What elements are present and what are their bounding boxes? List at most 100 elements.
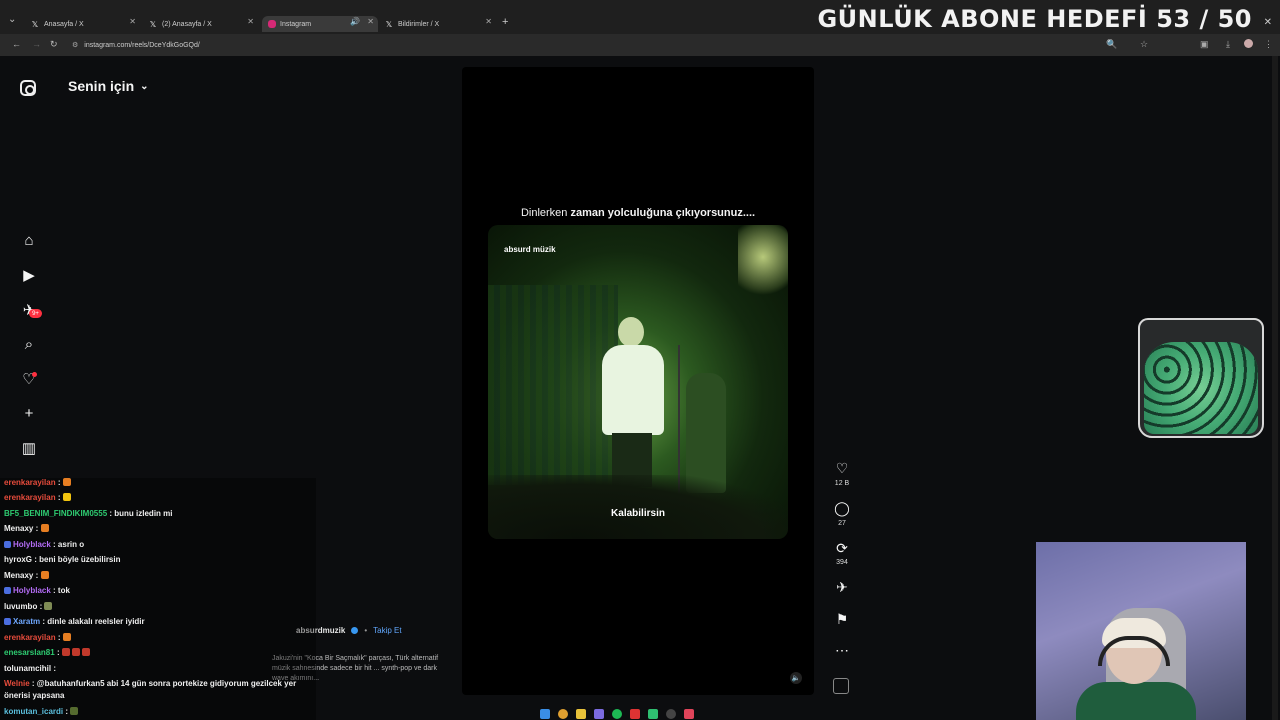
- bookmark-star-icon[interactable]: ☆: [1140, 39, 1148, 50]
- badge-icon: [4, 587, 11, 594]
- video-subtitle: Kalabilirsin: [611, 508, 665, 519]
- extensions-icon[interactable]: ▣: [1200, 39, 1209, 50]
- streamer-figure: [1076, 618, 1196, 720]
- url-text: instagram.com/reels/DceYdkGoGQd/: [84, 41, 200, 49]
- tab-instagram[interactable]: Instagram 🔊 ✕: [262, 16, 378, 32]
- like-count: 12 B: [834, 480, 850, 487]
- emote-icon: [40, 571, 49, 579]
- follow-button[interactable]: Takip Et: [373, 626, 401, 635]
- menu-icon[interactable]: ⋮: [1264, 39, 1273, 50]
- reel-caption: Dinlerken zaman yolculuğuna çıkıyorsunuz…: [462, 207, 814, 219]
- more-options-icon[interactable]: ⋯: [833, 642, 851, 659]
- zoom-icon[interactable]: 🔍: [1106, 39, 1117, 50]
- windows-start-icon[interactable]: [540, 709, 550, 719]
- discord-icon[interactable]: [594, 709, 604, 719]
- reel-player[interactable]: Dinlerken zaman yolculuğuna çıkıyorsunuz…: [462, 67, 814, 695]
- create-plus-icon[interactable]: +: [20, 404, 38, 422]
- x-icon: 𝕏: [385, 19, 393, 29]
- caption-normal: Dinlerken: [520, 207, 571, 219]
- chat-message: luvumbo :: [4, 602, 53, 611]
- file-explorer-icon[interactable]: [576, 709, 586, 719]
- emote-icon: [44, 602, 53, 610]
- notification-dot: [32, 372, 37, 377]
- tab-bildirimler-x[interactable]: 𝕏 Bildirimler / X ✕: [384, 16, 492, 32]
- badge-icon: [4, 541, 11, 548]
- chat-message: Welnie : @batuhanfurkan5 abi 14 gün sonr…: [4, 679, 297, 688]
- tab-anasayfa-x-2[interactable]: 𝕏 (2) Anasayfa / X ✕: [148, 16, 254, 32]
- app-red-icon[interactable]: [684, 709, 694, 719]
- page-scrollbar[interactable]: [1272, 56, 1278, 720]
- instagram-icon: [268, 20, 276, 28]
- stage-light: [738, 225, 788, 305]
- feed-selector[interactable]: Senin için ⌄: [68, 78, 149, 94]
- repost-icon[interactable]: ⟳: [833, 540, 851, 557]
- site-info-icon[interactable]: ⚙: [72, 41, 78, 49]
- obs-icon[interactable]: [666, 709, 676, 719]
- browser-tab-bar: ⌄ 𝕏 Anasayfa / X ✕ 𝕏 (2) Anasayfa / X ✕ …: [0, 0, 1280, 34]
- crowd-silhouette: [488, 475, 788, 539]
- chat-message: Menaxy :: [4, 524, 49, 533]
- speaker-icon[interactable]: 🔊: [350, 17, 360, 26]
- tab-label: Anasayfa / X: [44, 20, 84, 28]
- window-close-icon[interactable]: ✕: [1264, 17, 1272, 28]
- emote-icon: [82, 648, 91, 656]
- comment-icon[interactable]: ◯: [833, 500, 851, 517]
- chat-message: Menaxy :: [4, 571, 49, 580]
- close-tab-icon[interactable]: ✕: [367, 17, 374, 26]
- instagram-logo-icon[interactable]: [20, 80, 36, 96]
- like-heart-icon[interactable]: ♡: [833, 460, 851, 477]
- caption-bold: zaman yolculuğuna çıkıyorsunuz....: [570, 207, 756, 219]
- downloads-icon[interactable]: ⤓: [1226, 39, 1230, 50]
- chat-message: erenkarayilan :: [4, 478, 71, 487]
- url-field[interactable]: ⚙ instagram.com/reels/DceYdkGoGQd/: [68, 37, 1118, 53]
- chat-message: Holyblack : tok: [4, 586, 70, 595]
- tab-search-icon[interactable]: ⌄: [8, 14, 22, 28]
- search-icon[interactable]: ⌕: [20, 335, 38, 353]
- emote-icon: [62, 478, 71, 486]
- stage-curtain: [488, 285, 618, 485]
- webcam-overlay: [1036, 542, 1246, 720]
- brand-watermark: absurd müzik: [504, 245, 556, 254]
- address-bar-row: ← → ↻ ⚙ instagram.com/reels/DceYdkGoGQd/…: [0, 34, 1280, 56]
- reels-icon[interactable]: ▶: [20, 266, 38, 284]
- chat-message: erenkarayilan :: [4, 493, 71, 502]
- chat-message: erenkarayilan :: [4, 633, 71, 642]
- close-tab-icon[interactable]: ✕: [247, 17, 254, 26]
- mute-icon[interactable]: 🔈: [790, 672, 802, 684]
- emote-icon: [62, 493, 71, 501]
- home-icon[interactable]: ⌂: [20, 231, 38, 249]
- badge-icon: [4, 618, 11, 625]
- forward-icon[interactable]: →: [32, 39, 41, 49]
- spotify-icon[interactable]: [612, 709, 622, 719]
- chrome-icon[interactable]: [558, 709, 568, 719]
- x-icon: 𝕏: [31, 19, 39, 29]
- follower-jar-overlay: [1138, 318, 1264, 438]
- jar-contents: [1144, 342, 1258, 434]
- app-x-icon[interactable]: [630, 709, 640, 719]
- messages-badge: 9+: [29, 309, 42, 318]
- new-tab-button[interactable]: +: [502, 16, 508, 28]
- separator-dot: •: [364, 626, 368, 635]
- comment-count: 27: [838, 520, 846, 527]
- profile-avatar[interactable]: [1244, 39, 1253, 48]
- verified-icon: [351, 627, 359, 634]
- share-icon[interactable]: ✈: [833, 579, 851, 596]
- emote-icon: [70, 707, 79, 715]
- windows-taskbar: [540, 708, 740, 720]
- close-tab-icon[interactable]: ✕: [129, 17, 136, 26]
- app-green-icon[interactable]: [648, 709, 658, 719]
- screen: ⌄ 𝕏 Anasayfa / X ✕ 𝕏 (2) Anasayfa / X ✕ …: [0, 0, 1280, 720]
- back-icon[interactable]: ←: [12, 39, 21, 49]
- reel-video-frame[interactable]: absurd müzik Kalabilirsin: [488, 225, 788, 539]
- save-bookmark-icon[interactable]: ⚑: [833, 611, 851, 628]
- audio-track-thumbnail[interactable]: [833, 678, 849, 694]
- chat-message: Holyblack : asrin o: [4, 540, 84, 549]
- close-tab-icon[interactable]: ✕: [485, 17, 492, 26]
- emote-icon: [62, 633, 71, 641]
- reload-icon[interactable]: ↻: [50, 39, 58, 50]
- emote-icon: [40, 524, 49, 532]
- insights-icon[interactable]: ▥: [20, 439, 38, 457]
- tab-label: Instagram: [280, 20, 312, 28]
- chat-message: tolunamcihil :: [4, 664, 57, 673]
- tab-anasayfa-x[interactable]: 𝕏 Anasayfa / X ✕: [30, 16, 136, 32]
